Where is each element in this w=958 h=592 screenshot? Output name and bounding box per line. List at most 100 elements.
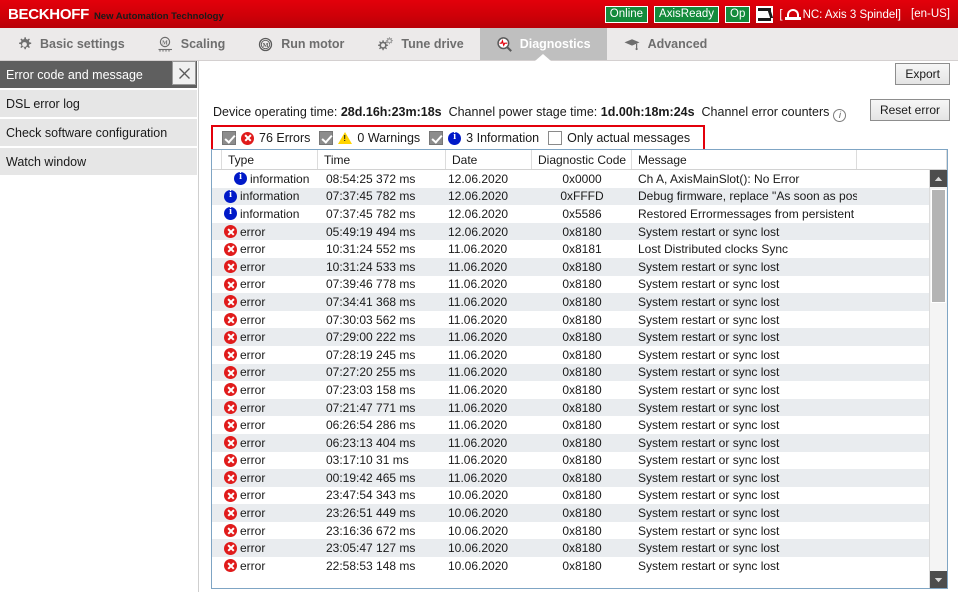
export-button[interactable]: Export — [895, 63, 950, 85]
filter-warnings-checkbox[interactable] — [319, 131, 333, 145]
sidebar-item-error-code-and-message[interactable]: Error code and message — [0, 61, 197, 88]
cell-type-label: error — [240, 488, 265, 502]
cell-diagnostic-code: 0x0000 — [532, 172, 632, 186]
cell-type: error — [222, 225, 318, 239]
table-row[interactable]: error05:49:19 494 ms12.06.20200x8180Syst… — [212, 223, 930, 241]
filter-only-actual-messages[interactable]: Only actual messages — [548, 131, 690, 145]
cell-message: System restart or sync lost — [632, 506, 857, 520]
filter-information-label: 3 Information — [466, 131, 539, 145]
scroll-up-button[interactable] — [930, 170, 947, 187]
filter-errors[interactable]: 76 Errors — [222, 131, 310, 145]
filter-information[interactable]: 3 Information — [429, 131, 539, 145]
info-icon[interactable]: i — [833, 109, 846, 122]
table-row[interactable]: error07:27:20 255 ms11.06.20200x8180Syst… — [212, 364, 930, 382]
cell-time: 10:31:24 533 ms — [318, 260, 446, 274]
table-row[interactable]: information07:37:45 782 ms12.06.20200x55… — [212, 205, 930, 223]
column-header-date[interactable]: Date — [446, 150, 532, 169]
reset-error-button[interactable]: Reset error — [870, 99, 950, 121]
filter-errors-checkbox[interactable] — [222, 131, 236, 145]
table-row[interactable]: error10:31:24 533 ms11.06.20200x8180Syst… — [212, 258, 930, 276]
sidebar-item-watch-window[interactable]: Watch window — [0, 148, 197, 175]
cell-type: error — [222, 471, 318, 485]
cell-time: 07:37:45 782 ms — [318, 207, 446, 221]
cell-date: 11.06.2020 — [446, 401, 532, 415]
tab-advanced[interactable]: Advanced — [607, 28, 724, 60]
power-stage-time-label: Channel power stage time: — [449, 105, 598, 119]
table-row[interactable]: error23:47:54 343 ms10.06.20200x8180Syst… — [212, 487, 930, 505]
cell-type: error — [222, 295, 318, 309]
cell-time: 07:34:41 368 ms — [318, 295, 446, 309]
table-row[interactable]: information07:37:45 782 ms12.06.20200xFF… — [212, 188, 930, 206]
table-row[interactable]: information08:54:25 372 ms12.06.20200x00… — [212, 170, 930, 188]
filter-only-actual-checkbox[interactable] — [548, 131, 562, 145]
cell-date: 10.06.2020 — [446, 506, 532, 520]
cell-type-label: error — [240, 260, 265, 274]
table-row[interactable]: error07:29:00 222 ms11.06.20200x8180Syst… — [212, 328, 930, 346]
tab-scaling[interactable]: M Scaling — [141, 28, 241, 60]
table-row[interactable]: error07:23:03 158 ms11.06.20200x8180Syst… — [212, 381, 930, 399]
cell-date: 11.06.2020 — [446, 260, 532, 274]
cell-type-label: error — [240, 418, 265, 432]
table-row[interactable]: error23:05:47 127 ms10.06.20200x8180Syst… — [212, 539, 930, 557]
cell-time: 22:58:53 148 ms — [318, 559, 446, 573]
column-header-diagnostic-code[interactable]: Diagnostic Code — [532, 150, 632, 169]
tab-basic-settings[interactable]: Basic settings — [0, 28, 141, 60]
table-row[interactable]: error07:39:46 778 ms11.06.20200x8180Syst… — [212, 276, 930, 294]
table-row[interactable]: error07:30:03 562 ms11.06.20200x8180Syst… — [212, 311, 930, 329]
scroll-thumb[interactable] — [931, 189, 946, 303]
sidebar-item-check-software-configuration[interactable]: Check software configuration — [0, 119, 197, 146]
cell-date: 11.06.2020 — [446, 436, 532, 450]
cell-date: 11.06.2020 — [446, 453, 532, 467]
nc-bracket-open: [ — [779, 9, 782, 21]
cell-type-label: error — [240, 506, 265, 520]
magnifier-icon — [496, 36, 513, 53]
tab-diagnostics[interactable]: Diagnostics — [480, 28, 607, 60]
cell-type: error — [222, 383, 318, 397]
cell-type: information — [222, 207, 318, 221]
error-icon — [224, 524, 237, 537]
cell-time: 07:27:20 255 ms — [318, 365, 446, 379]
error-icon — [224, 419, 237, 432]
locale-label: [en-US] — [911, 8, 950, 20]
table-row[interactable]: error23:26:51 449 ms10.06.20200x8180Syst… — [212, 504, 930, 522]
cell-time: 23:05:47 127 ms — [318, 541, 446, 555]
column-header-type[interactable]: Type — [222, 150, 318, 169]
info-badge-icon — [448, 132, 461, 145]
table-row[interactable]: error22:58:53 148 ms10.06.20200x8180Syst… — [212, 557, 930, 575]
table-row[interactable]: error07:28:19 245 ms11.06.20200x8180Syst… — [212, 346, 930, 364]
sidebar: Error code and message DSL error log Che… — [0, 61, 197, 592]
table-row[interactable]: error00:19:42 465 ms11.06.20200x8180Syst… — [212, 469, 930, 487]
table-row[interactable]: error10:31:24 552 ms11.06.20200x8181Lost… — [212, 240, 930, 258]
tab-tune-drive[interactable]: Tune drive — [360, 28, 479, 60]
cell-type-label: error — [240, 524, 265, 538]
cell-date: 12.06.2020 — [446, 225, 532, 239]
sidebar-item-dsl-error-log[interactable]: DSL error log — [0, 90, 197, 117]
cell-type: error — [222, 277, 318, 291]
cell-time: 23:26:51 449 ms — [318, 506, 446, 520]
close-panel-button[interactable] — [172, 61, 196, 85]
table-row[interactable]: error03:17:10 31 ms11.06.20200x8180Syste… — [212, 452, 930, 470]
table-vertical-scrollbar[interactable] — [929, 170, 947, 588]
scroll-down-button[interactable] — [930, 571, 947, 588]
tab-run-motor[interactable]: M Run motor — [241, 28, 360, 60]
filter-information-checkbox[interactable] — [429, 131, 443, 145]
tab-label: Diagnostics — [520, 37, 591, 51]
sidebar-item-label: Check software configuration — [6, 126, 167, 140]
table-row[interactable]: error06:26:54 286 ms11.06.20200x8180Syst… — [212, 416, 930, 434]
cell-type-label: information — [240, 207, 299, 221]
error-icon — [224, 243, 237, 256]
column-header-message[interactable]: Message — [632, 150, 857, 169]
cell-date: 11.06.2020 — [446, 295, 532, 309]
filter-warnings[interactable]: 0 Warnings — [319, 131, 420, 145]
error-icon — [224, 507, 237, 520]
cell-message: System restart or sync lost — [632, 436, 857, 450]
cell-date: 11.06.2020 — [446, 418, 532, 432]
table-row[interactable]: error23:16:36 672 ms10.06.20200x8180Syst… — [212, 522, 930, 540]
column-header-time[interactable]: Time — [318, 150, 446, 169]
table-row[interactable]: error07:21:47 771 ms11.06.20200x8180Syst… — [212, 399, 930, 417]
cell-time: 07:37:45 782 ms — [318, 189, 446, 203]
cell-type-label: error — [240, 471, 265, 485]
table-row[interactable]: error06:23:13 404 ms11.06.20200x8180Syst… — [212, 434, 930, 452]
table-row[interactable]: error07:34:41 368 ms11.06.20200x8180Syst… — [212, 293, 930, 311]
chart-icon[interactable] — [756, 6, 773, 23]
